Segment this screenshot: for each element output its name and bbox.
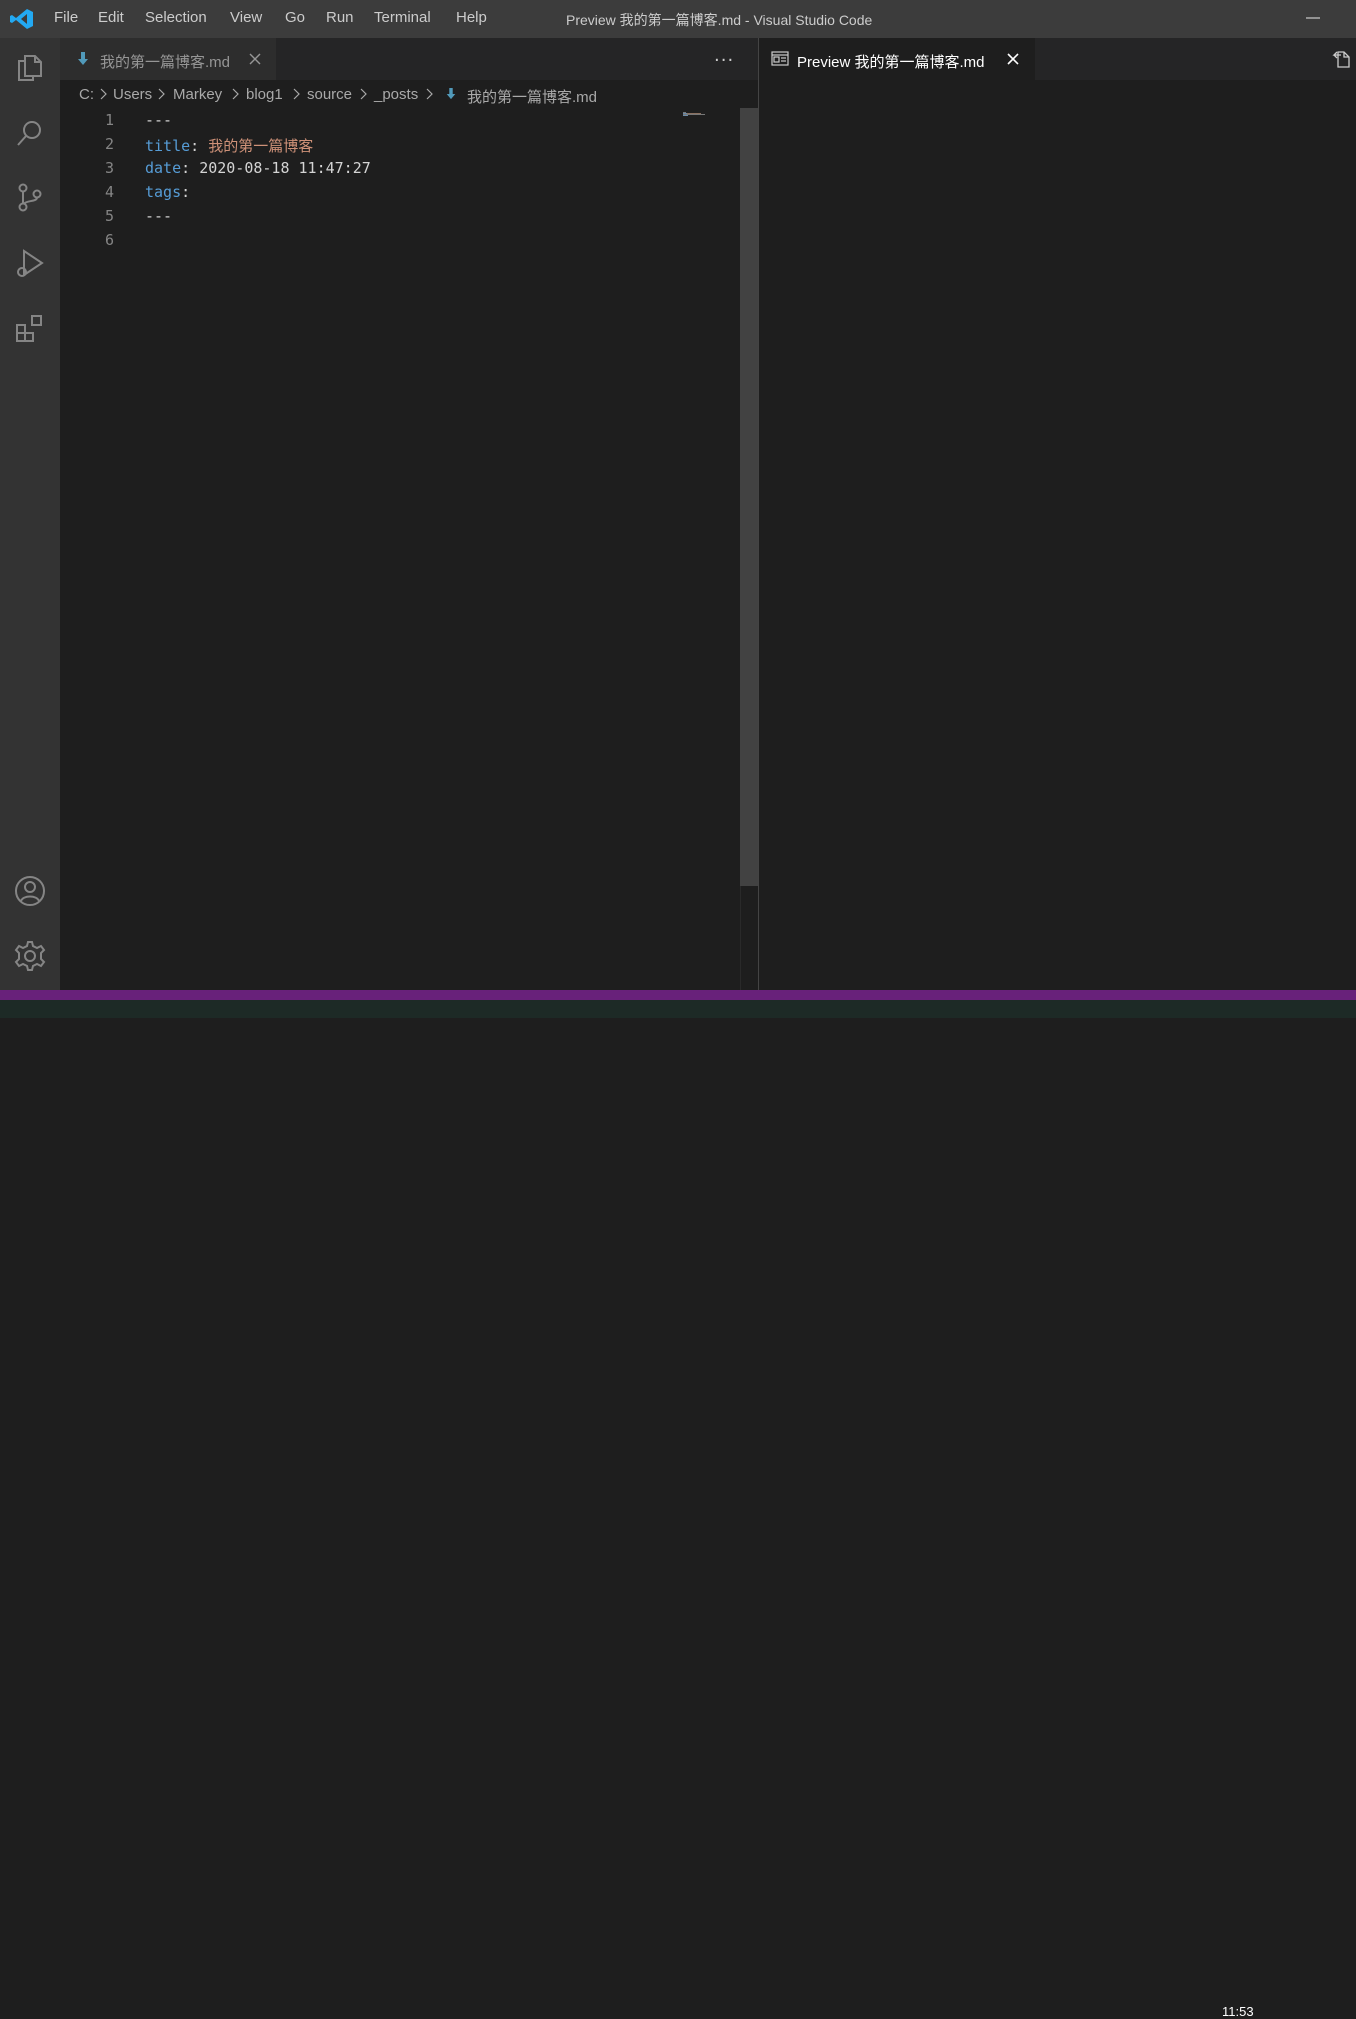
breadcrumb: C: Users Markey blog1 source _posts 我的第一… bbox=[60, 80, 758, 108]
chevron-right-icon bbox=[100, 88, 107, 100]
breadcrumb-item[interactable]: blog1 bbox=[246, 86, 283, 103]
yaml-punct: : bbox=[181, 159, 200, 177]
close-icon[interactable] bbox=[1006, 52, 1020, 66]
code-text: --- bbox=[145, 111, 173, 129]
scrollbar-track[interactable] bbox=[740, 886, 758, 990]
preview-content[interactable] bbox=[759, 80, 1356, 990]
more-actions-button[interactable]: ··· bbox=[714, 50, 734, 71]
menu-terminal[interactable]: Terminal bbox=[374, 9, 431, 26]
window-title: Preview 我的第一篇博客.md - Visual Studio Code bbox=[566, 12, 873, 28]
line-number: 2 bbox=[104, 135, 114, 153]
extensions-icon[interactable] bbox=[13, 312, 47, 346]
line-number: 1 bbox=[104, 111, 114, 129]
minimize-icon[interactable] bbox=[1304, 6, 1324, 30]
preview-tab-label: Preview 我的第一篇博客.md bbox=[797, 54, 985, 71]
chevron-right-icon bbox=[426, 88, 433, 100]
taskbar-clock[interactable]: 11:53 bbox=[1222, 2004, 1254, 2019]
markdown-file-icon bbox=[446, 88, 456, 100]
editor-tab-label: 我的第一篇博客.md bbox=[100, 54, 231, 71]
breadcrumb-item[interactable]: source bbox=[307, 86, 352, 103]
yaml-key: title bbox=[145, 137, 191, 155]
code-editor[interactable] bbox=[60, 108, 740, 990]
yaml-punct: : bbox=[190, 137, 209, 155]
code-line[interactable]: --- bbox=[145, 207, 172, 225]
preview-icon bbox=[771, 51, 789, 66]
menu-go[interactable]: Go bbox=[285, 9, 305, 26]
yaml-key: date bbox=[145, 159, 182, 177]
menu-view[interactable]: View bbox=[230, 9, 262, 26]
os-taskbar: 11:53 bbox=[0, 1000, 1356, 2019]
line-number: 4 bbox=[104, 183, 114, 201]
title-bar: File Edit Selection View Go Run Terminal… bbox=[0, 0, 1356, 38]
run-debug-icon[interactable] bbox=[13, 246, 47, 280]
yaml-punct: : bbox=[181, 183, 191, 201]
activity-bar bbox=[0, 38, 60, 990]
chevron-right-icon bbox=[360, 88, 367, 100]
menu-run[interactable]: Run bbox=[326, 9, 354, 26]
vertical-scrollbar[interactable] bbox=[740, 108, 758, 886]
status-bar[interactable] bbox=[0, 990, 1356, 1000]
chevron-right-icon bbox=[158, 88, 165, 100]
menu-edit[interactable]: Edit bbox=[98, 9, 124, 26]
close-icon[interactable] bbox=[248, 52, 262, 66]
minimap[interactable] bbox=[683, 112, 709, 116]
menu-selection[interactable]: Selection bbox=[145, 9, 207, 26]
code-line[interactable]: date: 2020-08-18 11:47:27 bbox=[145, 159, 371, 177]
code-line[interactable]: title: 我的第一篇博客 bbox=[145, 135, 313, 156]
code-line[interactable]: --- bbox=[145, 111, 172, 129]
search-icon[interactable] bbox=[13, 116, 47, 150]
line-number: 3 bbox=[104, 159, 114, 177]
menu-help[interactable]: Help bbox=[456, 9, 487, 26]
breadcrumb-item[interactable]: _posts bbox=[374, 86, 418, 103]
account-icon[interactable] bbox=[13, 874, 47, 908]
breadcrumb-item[interactable]: C: bbox=[79, 86, 94, 103]
open-source-icon[interactable] bbox=[1332, 49, 1352, 69]
source-control-icon[interactable] bbox=[13, 180, 47, 214]
chevron-right-icon bbox=[232, 88, 239, 100]
menu-file[interactable]: File bbox=[54, 9, 78, 26]
yaml-key: tags bbox=[145, 183, 182, 201]
breadcrumb-item[interactable]: 我的第一篇博客.md bbox=[467, 86, 597, 107]
preview-tab[interactable]: Preview 我的第一篇博客.md bbox=[759, 38, 1035, 80]
chevron-right-icon bbox=[293, 88, 300, 100]
vscode-logo-icon bbox=[10, 9, 33, 29]
explorer-icon[interactable] bbox=[13, 50, 47, 84]
line-number: 5 bbox=[104, 207, 114, 225]
yaml-value: 我的第一篇博客 bbox=[208, 137, 314, 155]
code-text: --- bbox=[145, 207, 173, 225]
gear-icon[interactable] bbox=[13, 939, 47, 973]
line-number: 6 bbox=[104, 231, 114, 249]
yaml-value: 2020-08-18 11:47:27 bbox=[199, 159, 371, 177]
breadcrumb-item[interactable]: Markey bbox=[173, 86, 222, 103]
breadcrumb-item[interactable]: Users bbox=[113, 86, 152, 103]
markdown-file-icon bbox=[78, 52, 88, 65]
code-line[interactable]: tags: bbox=[145, 183, 190, 201]
editor-tab[interactable]: 我的第一篇博客.md bbox=[60, 38, 276, 80]
